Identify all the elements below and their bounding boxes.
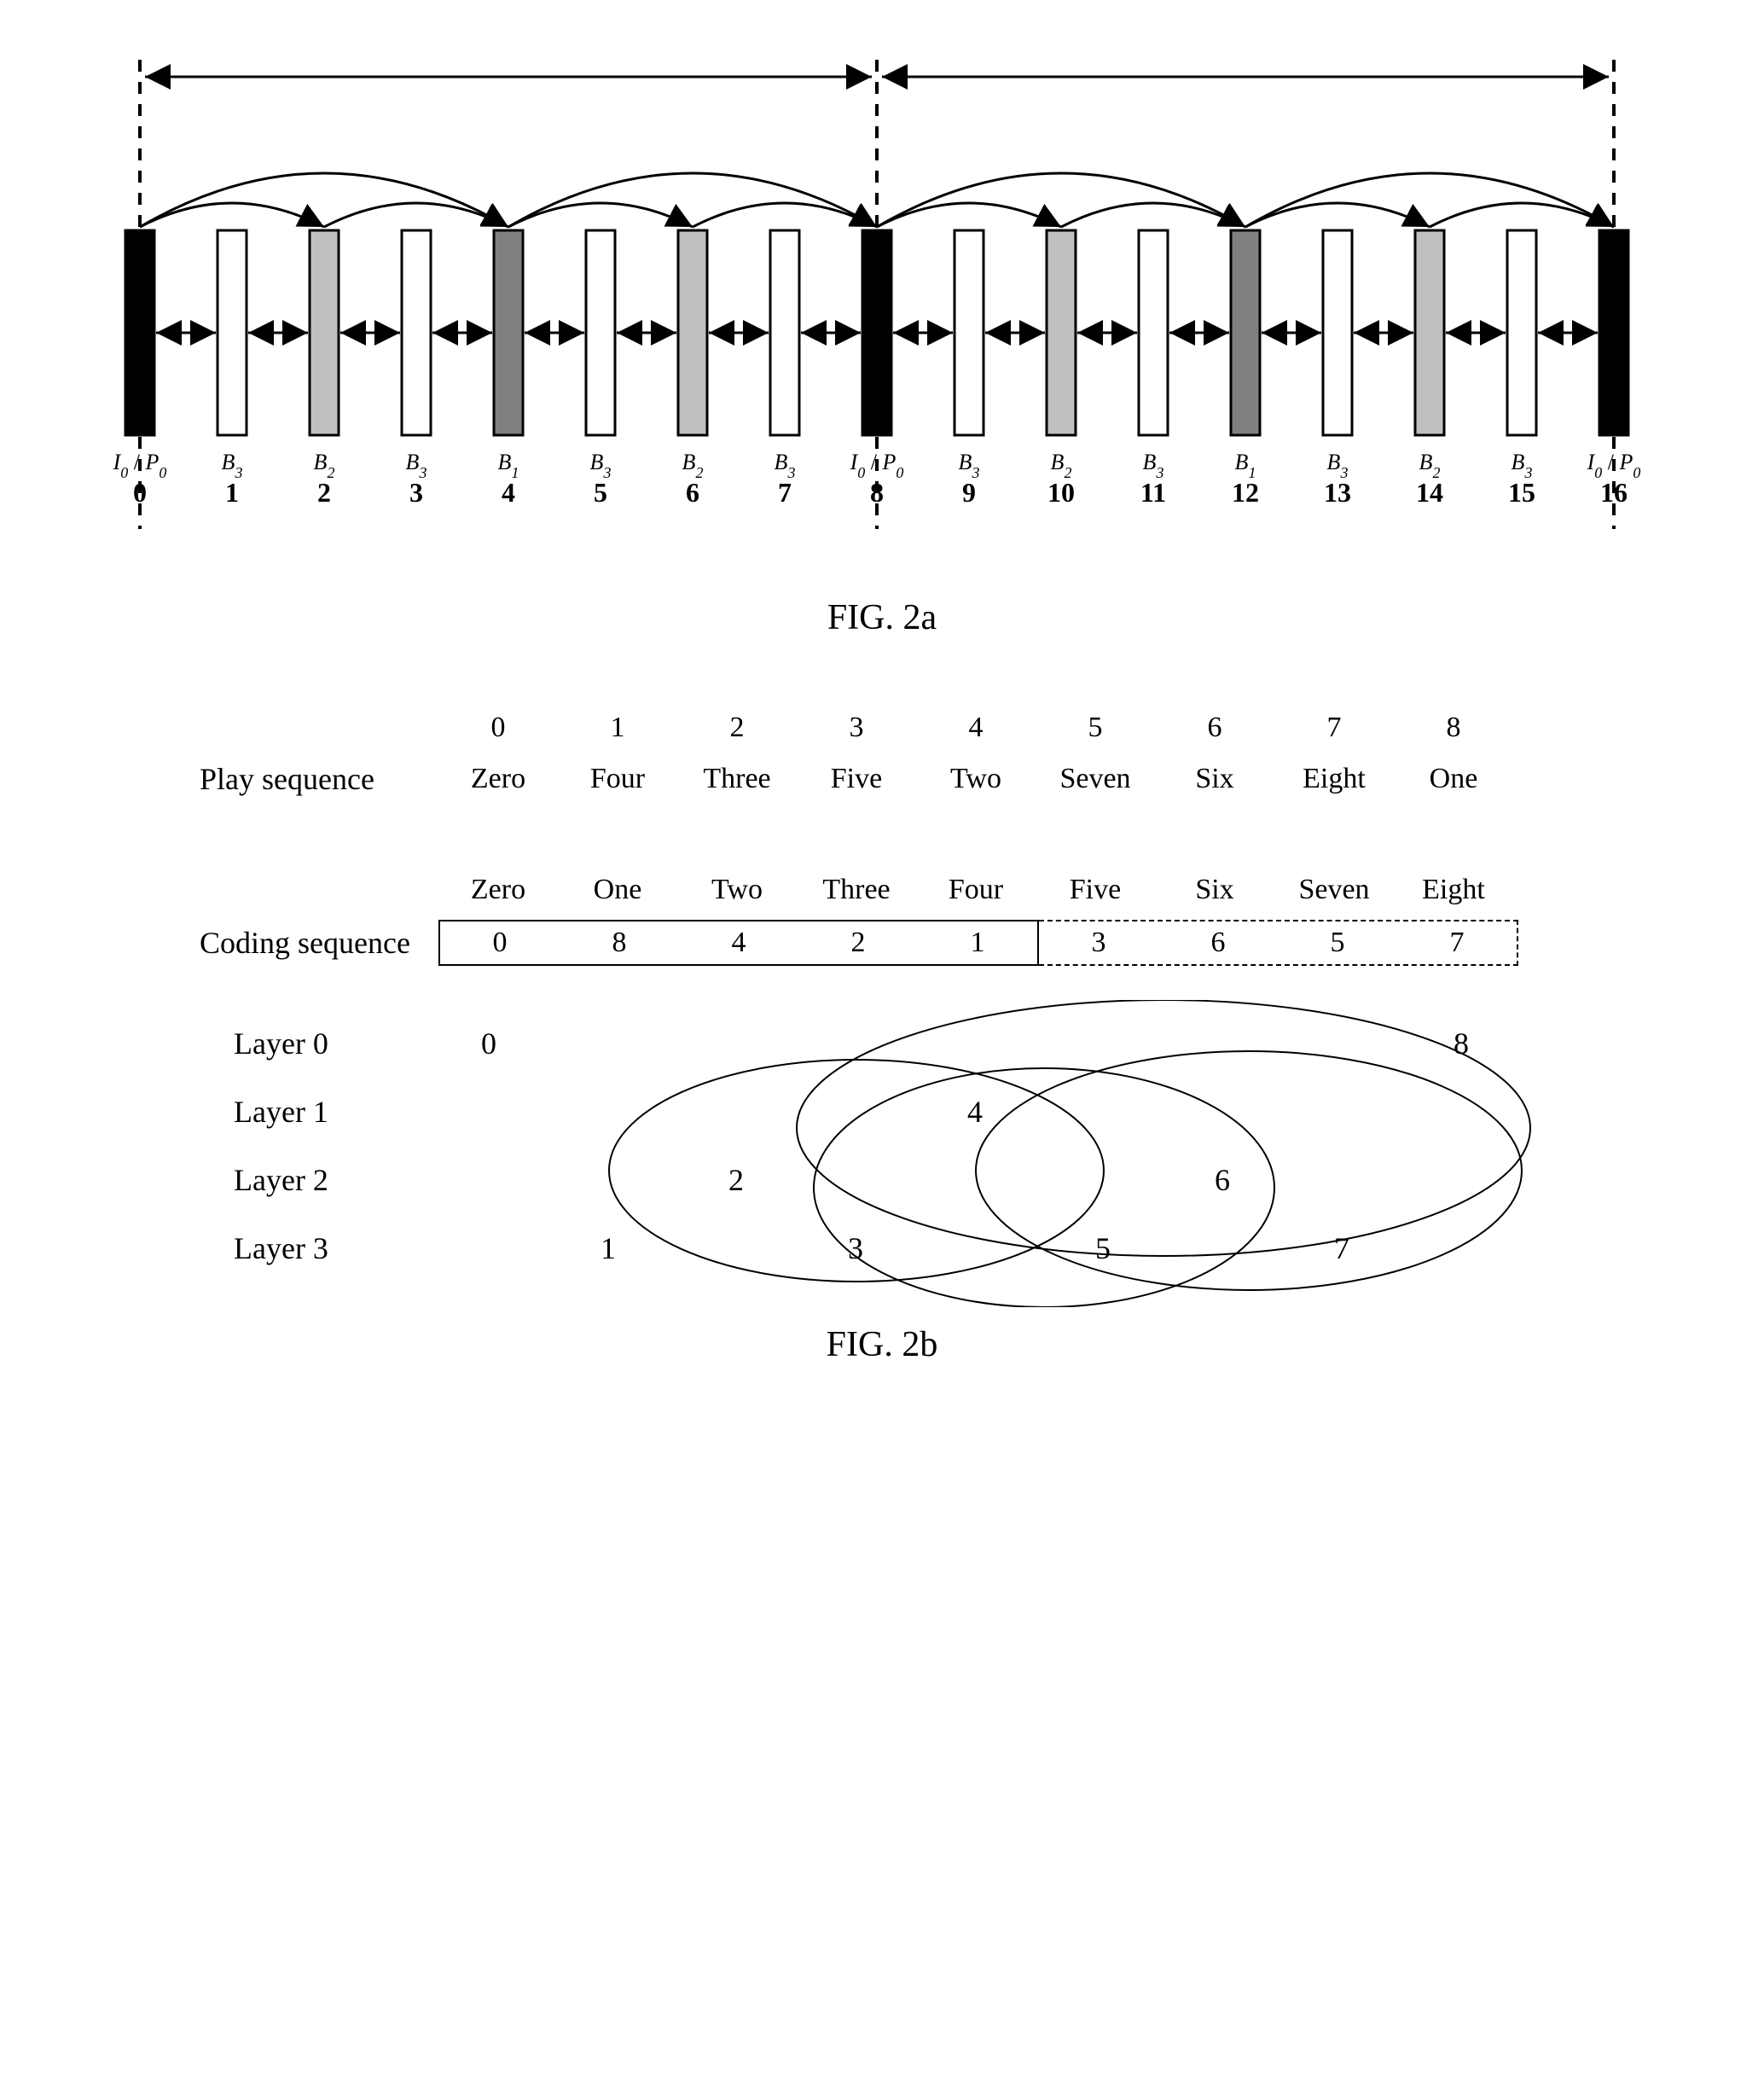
play-sequence-label: Play sequence (200, 761, 438, 797)
coding-number: 5 (1278, 921, 1397, 964)
play-sequence-numbers: 012345678 (200, 706, 1564, 749)
coding-word: Five (1036, 869, 1155, 911)
svg-text:2: 2 (317, 477, 331, 508)
play-number: 6 (1155, 706, 1274, 749)
coding-sequence-words: ZeroOneTwoThreeFourFiveSixSevenEight (200, 869, 1564, 911)
play-word: One (1394, 758, 1513, 800)
play-number: 5 (1036, 706, 1155, 749)
play-number: 0 (438, 706, 558, 749)
layer-diagram: Layer 0 0 8 Layer 1 4 Layer 2 2 6 Layer 3 1 3 5 7 (200, 1000, 1564, 1307)
svg-text:5: 5 (594, 477, 607, 508)
coding-word: Three (797, 869, 916, 911)
play-word: Two (916, 758, 1036, 800)
svg-text:14: 14 (1416, 477, 1443, 508)
svg-text:15: 15 (1508, 477, 1535, 508)
coding-number: 3 (1039, 921, 1158, 964)
fig2b-section: 012345678 Play sequence ZeroFourThreeFiv… (200, 706, 1564, 1307)
fig2b-caption: FIG. 2b (34, 1324, 1730, 1365)
layer-frame-number: 8 (1454, 1026, 1469, 1061)
coding-number: 1 (918, 921, 1037, 964)
play-word: Three (677, 758, 797, 800)
coding-number: 4 (679, 921, 798, 964)
play-number: 1 (558, 706, 677, 749)
play-word: Zero (438, 758, 558, 800)
svg-text:4: 4 (502, 477, 515, 508)
coding-number: 7 (1397, 921, 1517, 964)
play-number: 8 (1394, 706, 1513, 749)
gop-diagram: I0 / P00B31B22B33B14B35B26B37I0 / P08B39… (72, 34, 1692, 580)
play-word: Eight (1274, 758, 1394, 800)
coding-word: Zero (438, 869, 558, 911)
layer-frame-number: 0 (481, 1026, 496, 1061)
coding-word: Six (1155, 869, 1274, 911)
coding-word: Eight (1394, 869, 1513, 911)
coding-word: Two (677, 869, 797, 911)
coding-number: 0 (440, 921, 560, 964)
svg-text:1: 1 (225, 477, 239, 508)
layer-frame-number: 3 (848, 1230, 863, 1266)
svg-text:0: 0 (133, 477, 147, 508)
layer-label: Layer 0 (234, 1026, 328, 1061)
svg-text:7: 7 (778, 477, 792, 508)
svg-text:8: 8 (870, 477, 884, 508)
play-number: 7 (1274, 706, 1394, 749)
svg-text:3: 3 (409, 477, 423, 508)
layer-label: Layer 3 (234, 1230, 328, 1266)
play-number: 4 (916, 706, 1036, 749)
layer-frame-number: 5 (1095, 1230, 1111, 1266)
play-word: Four (558, 758, 677, 800)
layer-ellipses (200, 1000, 1564, 1307)
svg-text:9: 9 (962, 477, 976, 508)
svg-text:6: 6 (686, 477, 699, 508)
coding-number: 2 (798, 921, 918, 964)
coding-word: Four (916, 869, 1036, 911)
svg-text:10: 10 (1047, 477, 1075, 508)
svg-text:13: 13 (1324, 477, 1351, 508)
coding-number: 8 (560, 921, 679, 964)
svg-text:11: 11 (1140, 477, 1166, 508)
coding-sequence-label: Coding sequence (200, 925, 438, 961)
coding-sequence-row: Coding sequence 08421 3657 (200, 920, 1564, 966)
layer-frame-number: 1 (601, 1230, 616, 1266)
play-word: Five (797, 758, 916, 800)
layer-label: Layer 1 (234, 1094, 328, 1130)
layer-frame-number: 2 (728, 1162, 744, 1198)
play-word: Seven (1036, 758, 1155, 800)
play-number: 2 (677, 706, 797, 749)
play-sequence-row: Play sequence ZeroFourThreeFiveTwoSevenS… (200, 758, 1564, 800)
layer-frame-number: 6 (1215, 1162, 1230, 1198)
coding-number: 6 (1158, 921, 1278, 964)
coding-word: One (558, 869, 677, 911)
coding-word: Seven (1274, 869, 1394, 911)
svg-text:12: 12 (1232, 477, 1259, 508)
fig2a-caption: FIG. 2a (34, 597, 1730, 638)
layer-frame-number: 4 (967, 1094, 983, 1130)
svg-text:16: 16 (1600, 477, 1628, 508)
layer-label: Layer 2 (234, 1162, 328, 1198)
play-number: 3 (797, 706, 916, 749)
layer-frame-number: 7 (1334, 1230, 1349, 1266)
play-word: Six (1155, 758, 1274, 800)
